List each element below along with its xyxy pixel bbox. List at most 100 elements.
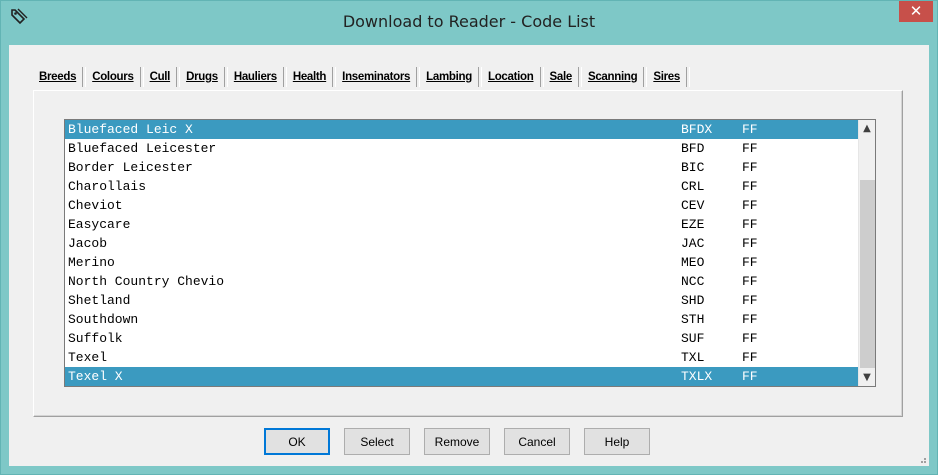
tab-separator	[332, 67, 337, 87]
tab-separator	[282, 67, 287, 87]
select-button[interactable]: Select	[344, 428, 410, 455]
breed-name: Charollais	[68, 179, 147, 194]
scroll-thumb[interactable]	[860, 180, 875, 368]
tab-drugs[interactable]: Drugs	[183, 66, 221, 88]
tab-separator	[643, 67, 648, 87]
breed-name: Cheviot	[68, 198, 123, 213]
remove-button[interactable]: Remove	[424, 428, 490, 455]
breed-list-rows: Bluefaced Leic X BFDX FF Bluefaced Leice…	[65, 120, 858, 386]
breed-flag: FF	[742, 122, 758, 137]
breed-code: BFDX	[681, 122, 713, 137]
breed-name: Easycare	[68, 217, 131, 232]
list-item[interactable]: Border Leicester BIC FF	[65, 158, 858, 177]
breed-flag: FF	[742, 179, 758, 194]
breed-code: SHD	[681, 293, 705, 308]
breed-flag: FF	[742, 312, 758, 327]
list-item[interactable]: Bluefaced Leicester BFD FF	[65, 139, 858, 158]
tab-separator	[82, 67, 87, 87]
tab-hauliers[interactable]: Hauliers	[231, 66, 280, 88]
breed-code: JAC	[681, 236, 705, 251]
tab-scanning[interactable]: Scanning	[585, 66, 640, 88]
breed-name: Merino	[68, 255, 115, 270]
cancel-button[interactable]: Cancel	[504, 428, 570, 455]
tab-separator	[139, 67, 144, 87]
breed-code: MEO	[681, 255, 705, 270]
list-item[interactable]: North Country Chevio NCC FF	[65, 272, 858, 291]
tab-breeds[interactable]: Breeds	[39, 66, 79, 88]
breed-name: Texel X	[68, 369, 123, 384]
breed-flag: FF	[742, 236, 758, 251]
tab-separator	[477, 67, 482, 87]
breed-flag: FF	[742, 160, 758, 175]
breed-name: Border Leicester	[68, 160, 193, 175]
tab-cull[interactable]: Cull	[147, 66, 174, 88]
list-item[interactable]: Suffolk SUF FF	[65, 329, 858, 348]
chevron-up-icon: ▲	[863, 123, 871, 134]
breed-code: STH	[681, 312, 705, 327]
list-item[interactable]: Bluefaced Leic X BFDX FF	[65, 120, 858, 139]
ok-button[interactable]: OK	[264, 428, 330, 455]
button-bar: OK Select Remove Cancel Help	[264, 428, 664, 458]
resize-grip-icon[interactable]	[917, 454, 927, 464]
chevron-down-icon: ▼	[863, 372, 871, 383]
tab-sale[interactable]: Sale	[547, 66, 575, 88]
list-item[interactable]: Shetland SHD FF	[65, 291, 858, 310]
breed-name: North Country Chevio	[68, 274, 225, 289]
tab-colours[interactable]: Colours	[89, 66, 136, 88]
breed-name: Texel	[68, 350, 108, 365]
breed-flag: FF	[742, 331, 758, 346]
breed-flag: FF	[742, 217, 758, 232]
list-item[interactable]: Southdown STH FF	[65, 310, 858, 329]
list-item[interactable]: Charollais CRL FF	[65, 177, 858, 196]
tab-inseminators[interactable]: Inseminators	[339, 66, 413, 88]
vertical-scrollbar[interactable]: ▲ ▼	[858, 120, 875, 386]
breed-code: NCC	[681, 274, 705, 289]
breed-flag: FF	[742, 350, 758, 365]
tab-strip: Breeds Colours Cull Drugs Hauliers Healt…	[39, 65, 693, 89]
breed-code: CRL	[681, 179, 705, 194]
tab-location[interactable]: Location	[485, 66, 537, 88]
tab-lambing[interactable]: Lambing	[423, 66, 475, 88]
breed-name: Southdown	[68, 312, 139, 327]
dialog-client-area: Breeds Colours Cull Drugs Hauliers Healt…	[9, 45, 929, 466]
tab-separator	[539, 67, 544, 87]
breed-name: Jacob	[68, 236, 108, 251]
breed-code: TXL	[681, 350, 705, 365]
breed-flag: FF	[742, 274, 758, 289]
breed-list[interactable]: Bluefaced Leic X BFDX FF Bluefaced Leice…	[64, 119, 876, 387]
scroll-down-button[interactable]: ▼	[859, 369, 875, 386]
tab-separator	[577, 67, 582, 87]
breed-name: Suffolk	[68, 331, 123, 346]
breed-code: SUF	[681, 331, 705, 346]
tab-separator	[223, 67, 228, 87]
breed-name: Bluefaced Leicester	[68, 141, 217, 156]
list-item[interactable]: Merino MEO FF	[65, 253, 858, 272]
breed-code: TXLX	[681, 369, 713, 384]
dialog-window: Download to Reader - Code List ✕ Breeds …	[0, 0, 938, 475]
breed-flag: FF	[742, 293, 758, 308]
list-item[interactable]: Jacob JAC FF	[65, 234, 858, 253]
tab-separator	[176, 67, 181, 87]
breed-flag: FF	[742, 369, 758, 384]
help-button[interactable]: Help	[584, 428, 650, 455]
window-title: Download to Reader - Code List	[342, 12, 596, 31]
breed-flag: FF	[742, 255, 758, 270]
list-item[interactable]: Texel X TXLX FF	[65, 367, 858, 386]
breed-code: EZE	[681, 217, 705, 232]
close-button[interactable]: ✕	[899, 1, 933, 22]
breed-name: Shetland	[68, 293, 131, 308]
list-item[interactable]: Cheviot CEV FF	[65, 196, 858, 215]
breed-flag: FF	[742, 198, 758, 213]
breed-flag: FF	[742, 141, 758, 156]
scroll-up-button[interactable]: ▲	[859, 120, 875, 137]
breed-code: BIC	[681, 160, 705, 175]
tab-health[interactable]: Health	[290, 66, 329, 88]
list-item[interactable]: Easycare EZE FF	[65, 215, 858, 234]
breed-code: BFD	[681, 141, 705, 156]
breed-name: Bluefaced Leic X	[68, 122, 193, 137]
list-item[interactable]: Texel TXL FF	[65, 348, 858, 367]
tab-sires[interactable]: Sires	[650, 66, 683, 88]
title-bar[interactable]: Download to Reader - Code List ✕	[1, 1, 937, 45]
tab-separator	[685, 67, 690, 87]
tab-panel: Bluefaced Leic X BFDX FF Bluefaced Leice…	[33, 90, 903, 417]
